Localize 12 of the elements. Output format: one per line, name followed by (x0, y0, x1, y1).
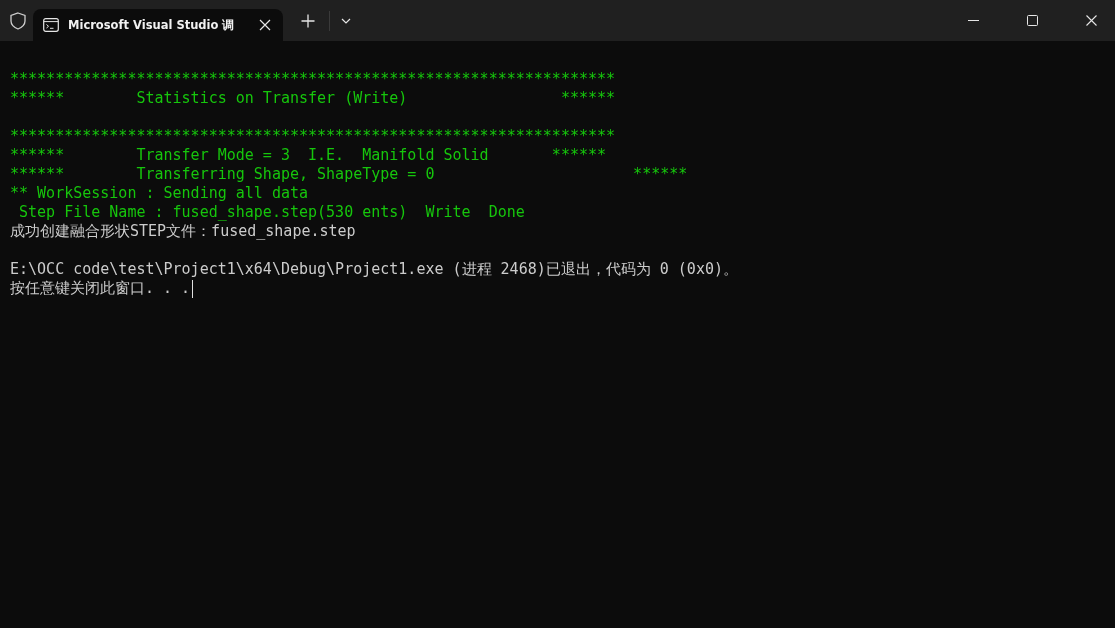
console-line: ** WorkSession : Sending all data (10, 184, 308, 203)
console-line: Step File Name : fused_shape.step(530 ents) Write Done (18, 203, 525, 222)
console-line: 按任意键关闭此窗口. . . (10, 279, 191, 298)
console-line: ******************************************************************* (10, 127, 616, 146)
tab-title: Microsoft Visual Studio 调 (68, 17, 236, 33)
terminal-tab[interactable]: Microsoft Visual Studio 调 (33, 9, 283, 41)
console-line: ******************************************************************* (10, 70, 616, 89)
console-line: E:\OCC code\test\Project1\x64\Debug\Project1.exe (进程 2468)已退出，代码为 0 (0x0)。 (10, 260, 738, 279)
console-line: 成功创建融合形状STEP文件：fused_shape.step (10, 222, 356, 241)
console-line: ****** Transferring Shape, ShapeType = 0 ****** (10, 165, 688, 184)
console-line: ****** Transfer Mode = 3 I.E. Manifold Solid ****** (10, 146, 607, 165)
console-line: ****** Statistics on Transfer (Write) ****** (10, 89, 616, 108)
